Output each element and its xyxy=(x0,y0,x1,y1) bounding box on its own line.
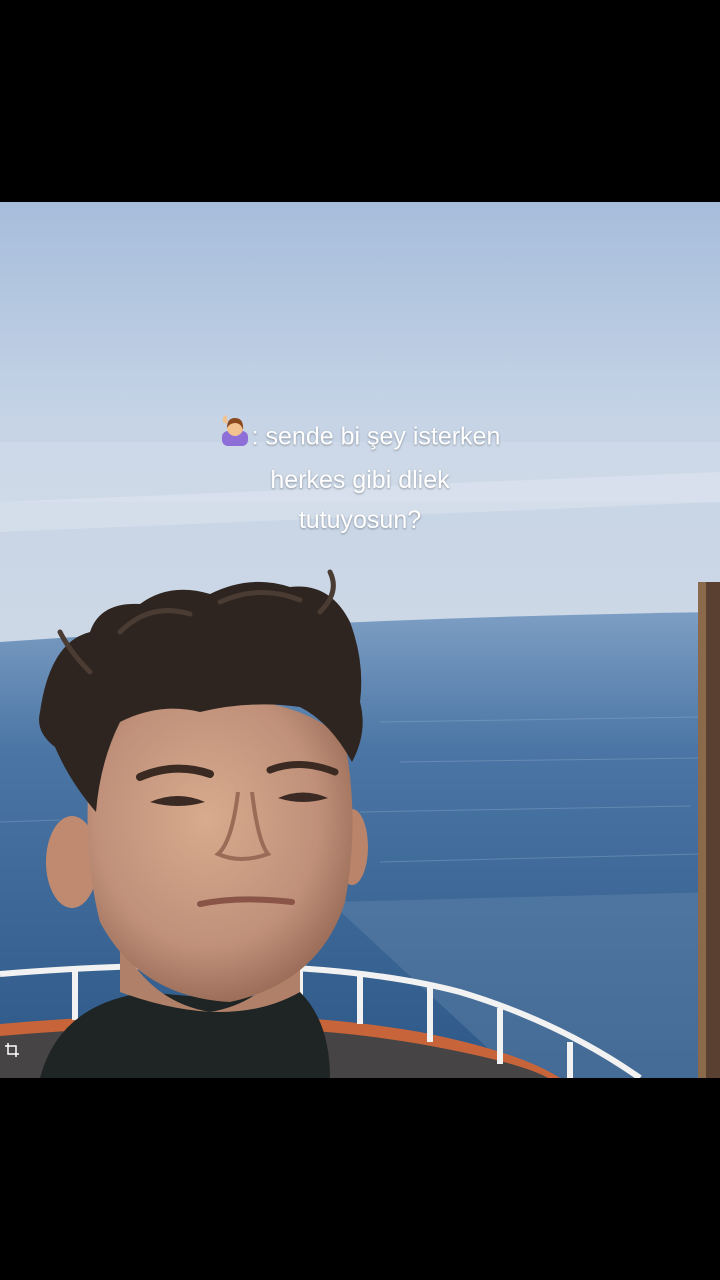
crop-icon xyxy=(4,1042,20,1058)
bottom-letterbox xyxy=(0,1078,720,1280)
caption-line-3: tutuyosun? xyxy=(298,506,422,534)
video-caption: : sende bi şey isterken herkes gibi dlie… xyxy=(160,414,560,540)
caption-line-1: : sende bi şey isterken xyxy=(160,414,560,460)
caption-line-2: herkes gibi dliek xyxy=(270,466,450,494)
person-raising-hand-icon xyxy=(220,414,250,458)
video-screen: : sende bi şey isterken herkes gibi dlie… xyxy=(0,0,720,1280)
caption-line-1-text: : sende bi şey isterken xyxy=(251,422,501,451)
selfie-photo xyxy=(0,202,720,1078)
photo-illustration xyxy=(0,202,720,1078)
top-letterbox xyxy=(0,0,720,202)
